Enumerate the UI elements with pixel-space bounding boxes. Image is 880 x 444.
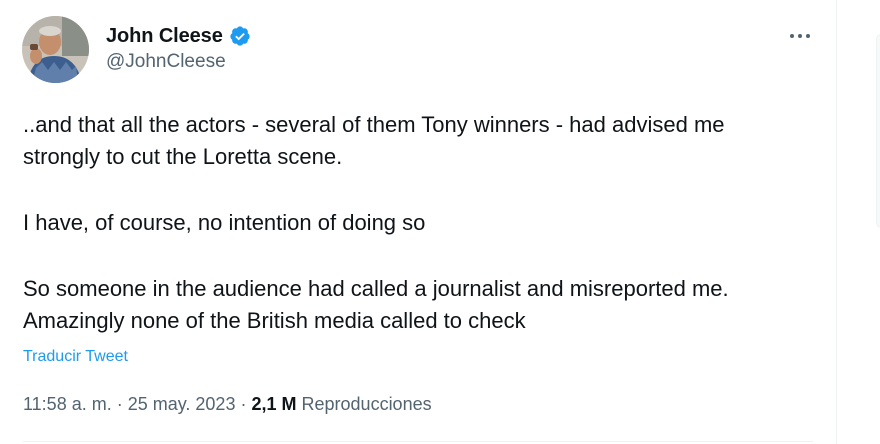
tweet-paragraph: ..and that all the actors - several of t… bbox=[23, 112, 725, 169]
views-label[interactable]: Reproducciones bbox=[302, 394, 432, 415]
more-options-button[interactable] bbox=[784, 22, 816, 50]
author-name-row: John Cleese bbox=[106, 23, 251, 49]
side-gutter bbox=[837, 0, 880, 444]
divider bbox=[23, 441, 813, 442]
profile-photo-icon bbox=[22, 16, 89, 83]
sidebar-card-edge bbox=[876, 34, 880, 228]
tweet-paragraph: So someone in the audience had called a … bbox=[23, 276, 729, 333]
tweet-card: John Cleese @JohnCleese ..and that all t… bbox=[0, 0, 836, 444]
tweet-paragraph: I have, of course, no intention of doing… bbox=[23, 210, 426, 235]
avatar[interactable] bbox=[22, 16, 89, 83]
tweet-text: ..and that all the actors - several of t… bbox=[23, 109, 823, 337]
author-display-name[interactable]: John Cleese bbox=[106, 25, 223, 48]
views-count[interactable]: 2,1 M bbox=[251, 394, 296, 415]
tweet-date[interactable]: 25 may. 2023 bbox=[128, 394, 236, 415]
author-handle[interactable]: @JohnCleese bbox=[106, 51, 226, 73]
tweet-time[interactable]: 11:58 a. m. bbox=[23, 394, 112, 415]
more-horizontal-icon bbox=[790, 34, 810, 38]
translate-tweet-link[interactable]: Traducir Tweet bbox=[23, 348, 128, 366]
verified-badge-icon bbox=[229, 25, 251, 47]
meta-separator: · bbox=[235, 394, 252, 414]
meta-separator: · bbox=[111, 394, 128, 414]
tweet-meta: 11:58 a. m. · 25 may. 2023 · 2,1 M Repro… bbox=[23, 394, 432, 415]
